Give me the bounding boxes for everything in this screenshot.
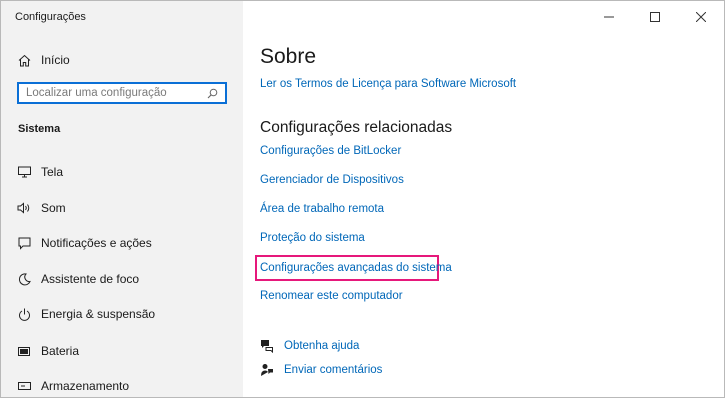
sidebar: Configurações Início Sistema Tela Som (1, 1, 243, 397)
sidebar-item-label: Som (41, 201, 66, 215)
license-terms-link[interactable]: Ler os Termos de Licença para Software M… (260, 78, 516, 90)
sidebar-item-assistente-de-foco[interactable]: Assistente de foco (1, 264, 243, 294)
sidebar-item-home[interactable]: Início (1, 45, 243, 75)
bitlocker-settings-link[interactable]: Configurações de BitLocker (260, 145, 401, 157)
power-icon (17, 307, 31, 321)
speaker-icon (17, 201, 31, 215)
sidebar-item-label: Energia & suspensão (41, 307, 156, 321)
section-title: Sistema (18, 123, 61, 135)
search-input[interactable] (19, 87, 203, 99)
advanced-system-settings-link[interactable]: Configurações avançadas do sistema (260, 262, 452, 274)
get-help-link[interactable]: Obtenha ajuda (260, 339, 359, 353)
notification-icon (17, 236, 31, 250)
home-icon (17, 53, 31, 67)
settings-window: Configurações Início Sistema Tela Som (0, 0, 725, 398)
get-help-label: Obtenha ajuda (284, 340, 360, 352)
send-feedback-label: Enviar comentários (284, 364, 383, 376)
sidebar-item-label: Tela (41, 165, 64, 179)
sidebar-item-label: Assistente de foco (41, 272, 140, 286)
related-settings-heading: Configurações relacionadas (260, 119, 453, 136)
battery-icon (17, 344, 31, 358)
send-feedback-link[interactable]: Enviar comentários (260, 363, 382, 377)
feedback-icon (260, 363, 274, 377)
help-chat-icon (260, 339, 274, 353)
sidebar-item-label: Bateria (41, 344, 80, 358)
sidebar-item-som[interactable]: Som (1, 193, 243, 223)
monitor-icon (17, 165, 31, 179)
storage-icon (17, 379, 31, 393)
page-title: Sobre (260, 45, 317, 68)
sidebar-item-label: Notificações e ações (41, 236, 152, 250)
sidebar-item-tela[interactable]: Tela (1, 157, 243, 187)
search-box[interactable] (17, 82, 227, 104)
moon-icon (17, 272, 31, 286)
main-content: Sobre Ler os Termos de Licença para Soft… (243, 1, 724, 397)
device-manager-link[interactable]: Gerenciador de Dispositivos (260, 174, 404, 186)
window-title: Configurações (15, 11, 86, 23)
sidebar-item-bateria[interactable]: Bateria (1, 336, 243, 366)
sidebar-item-label: Início (41, 53, 70, 67)
sidebar-item-armazenamento[interactable]: Armazenamento (1, 371, 243, 397)
sidebar-item-energia[interactable]: Energia & suspensão (1, 299, 243, 329)
search-icon[interactable] (203, 88, 221, 99)
system-protection-link[interactable]: Proteção do sistema (260, 232, 365, 244)
rename-computer-link[interactable]: Renomear este computador (260, 290, 403, 302)
remote-desktop-link[interactable]: Área de trabalho remota (260, 203, 384, 215)
sidebar-item-notificacoes[interactable]: Notificações e ações (1, 228, 243, 258)
sidebar-item-label: Armazenamento (41, 379, 130, 393)
